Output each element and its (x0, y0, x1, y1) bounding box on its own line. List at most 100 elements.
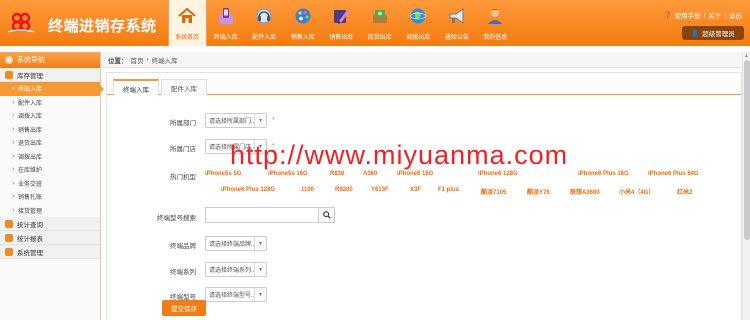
hot-model-link[interactable]: X3F (410, 187, 421, 193)
hot-model-link[interactable]: 联想A3600 (570, 187, 600, 196)
hot-model-link[interactable]: F1 plus (438, 187, 459, 193)
search-button[interactable] (318, 208, 334, 222)
tab-accessory-in[interactable]: 配件入库 (161, 79, 207, 95)
sidebar-item-sales-settle[interactable]: 销售扎账 (0, 190, 100, 204)
series-select[interactable]: 请选择终端系列... ▾ (205, 262, 267, 277)
department-select[interactable]: 请选择所属部门... ▾ (205, 113, 267, 128)
hot-model-link[interactable]: 1100 (301, 187, 314, 193)
nav-my-info[interactable]: 我的信息 (476, 0, 515, 46)
app-title: 终端进销存系统 (48, 17, 157, 35)
sidebar-group-label: 统计查询 (17, 221, 43, 229)
nav-home[interactable]: 系统首页 (168, 0, 207, 46)
hot-model-link[interactable]: 红米2 (677, 187, 692, 196)
divider: | (724, 11, 726, 19)
logout-link[interactable]: 退出 (729, 10, 742, 20)
hot-model-link[interactable]: iPhone6 Plus 16G (578, 171, 629, 177)
sidebar-item-shift-handover[interactable]: 业务交班 (0, 177, 100, 191)
hot-model-link[interactable]: R8200 (335, 187, 353, 193)
sidebar-item-return-out[interactable]: 退货出库 (0, 136, 100, 150)
nav-terminal-in[interactable]: 终端入库 (207, 0, 246, 46)
about-link[interactable]: 关于 (708, 10, 721, 20)
series-select-value: 请选择终端系列... (209, 268, 257, 274)
megaphone-icon (446, 5, 468, 27)
hot-model-link[interactable]: R830 (330, 171, 344, 177)
sidebar-group-reports[interactable]: 统计报表 (0, 231, 100, 245)
breadcrumb-home[interactable]: 首页 (131, 55, 144, 65)
main-content: 终端入库 配件入库 (106, 72, 742, 320)
sidebar-item-transfer-out[interactable]: 调拨出库 (0, 150, 100, 164)
department-select-value: 请选择所属部门... (209, 119, 257, 125)
sidebar-title: 系统导航 (17, 57, 45, 64)
hot-model-link[interactable]: 酷派Y76 (527, 187, 550, 196)
hot-model-link[interactable]: A360 (363, 171, 377, 177)
admin-user-button[interactable]: 👤 超级管理员 (682, 26, 744, 40)
chevron-down-icon: ▾ (254, 263, 266, 276)
model-select[interactable]: 请选择终端型号... ▾ (205, 287, 267, 302)
nav-notice-label: 通知公告 (444, 35, 469, 41)
money-box-icon (369, 5, 391, 27)
nav-transfer-out[interactable]: 调拨出库 (399, 0, 438, 46)
hot-model-link[interactable]: Y613F (371, 187, 389, 193)
brand-label: 终端品牌 (170, 243, 196, 250)
sidebar-item-stock-maintain[interactable]: 在库维护 (0, 163, 100, 177)
pen-icon (330, 5, 352, 27)
sidebar-group-inventory[interactable]: 库存管理 (0, 68, 100, 82)
brand-select[interactable]: 请选择终端品牌... ▾ (205, 236, 267, 251)
nav-sales-out[interactable]: 销售出库 (322, 0, 361, 46)
globe-icon (407, 5, 429, 27)
watermark-text: http://www.miyuanma.com (230, 140, 569, 170)
sidebar-item-sales-out[interactable]: 销售出库 (0, 123, 100, 137)
department-label: 所属部门 (170, 120, 196, 127)
nav-terminal-in-label: 终端入库 (213, 35, 238, 41)
hot-model-link[interactable]: 酷派7105 (481, 187, 506, 196)
model-search-input[interactable] (206, 208, 318, 222)
nav-transfer-out-label: 调拨出库 (406, 35, 431, 41)
tab-terminal-in[interactable]: 终端入库 (113, 79, 159, 96)
hot-model-link[interactable]: iPhone6 Plus 128G (221, 187, 275, 193)
model-search-box (205, 207, 335, 223)
hot-models-label: 热门机型 (170, 174, 196, 181)
sidebar-header: 系统导航 (0, 52, 100, 68)
store-label: 所属门店 (170, 146, 196, 153)
tab-bar: 终端入库 配件入库 (107, 73, 741, 96)
hot-model-link[interactable]: iPhone6 16G (397, 171, 433, 177)
palette-icon (292, 5, 314, 27)
settings-icon (5, 247, 13, 256)
submit-button[interactable]: 提交保存 (162, 300, 206, 316)
top-nav: 系统首页 终端入库 配件入库 销售入库 销售出库 接货出库 调拨出库 通知公告 … (168, 0, 515, 46)
app-header: 终端进销存系统 系统首页 终端入库 配件入库 销售入库 销售出库 接货出库 调拨… (0, 0, 750, 46)
scrollbar-thumb[interactable] (744, 60, 750, 240)
model-row: 请选择终端型号... ▾ (205, 287, 267, 302)
hot-model-link[interactable]: iPhone6 Plus 64G (648, 171, 699, 177)
sidebar-group-system[interactable]: 系统管理 (0, 245, 100, 259)
nav-accessory-in[interactable]: 配件入库 (245, 0, 284, 46)
hot-model-link[interactable]: iPhone5s 5G (205, 171, 241, 177)
nav-sales-in[interactable]: 销售入库 (284, 0, 323, 46)
required-mark: * (272, 117, 275, 124)
nav-receive-out[interactable]: 接货出库 (361, 0, 400, 46)
user-icon (484, 5, 506, 27)
nav-notice[interactable]: 通知公告 (438, 0, 477, 46)
series-row: 请选择终端系列... ▾ (205, 262, 267, 277)
sidebar-item-receive-manage[interactable]: 接货管理 (0, 204, 100, 218)
chevron-down-icon: ▾ (254, 288, 266, 301)
divider: | (703, 11, 706, 19)
model-select-value: 请选择终端型号... (209, 293, 257, 299)
hot-model-link[interactable]: iPhone6 128G (478, 171, 518, 177)
hot-model-link[interactable]: iPhone5s 16G (268, 171, 308, 177)
nav-sales-in-label: 销售入库 (290, 35, 315, 41)
help-link[interactable]: 使用手册 (675, 10, 701, 20)
sidebar-item-accessory-in[interactable]: 配件入库 (0, 96, 100, 110)
sidebar-item-terminal-in[interactable]: 终端入库 (0, 82, 104, 96)
sidebar-item-transfer-in[interactable]: 调拨入库 (0, 109, 100, 123)
admin-user-icon: 👤 (691, 30, 700, 37)
series-label: 终端系列 (170, 269, 196, 276)
admin-user-label: 超级管理员 (702, 31, 735, 38)
search-icon (322, 211, 331, 219)
top-links: ❓ 使用手册 | 关于 | 退出 (664, 10, 743, 21)
sidebar-group-stats[interactable]: 统计查询 (0, 217, 100, 231)
page-scrollbar[interactable]: ▲ (742, 52, 750, 320)
department-row: 请选择所属部门... ▾ * (205, 113, 275, 128)
scroll-up-icon[interactable]: ▲ (744, 53, 749, 59)
hot-model-link[interactable]: 小米4（4G） (619, 187, 654, 196)
